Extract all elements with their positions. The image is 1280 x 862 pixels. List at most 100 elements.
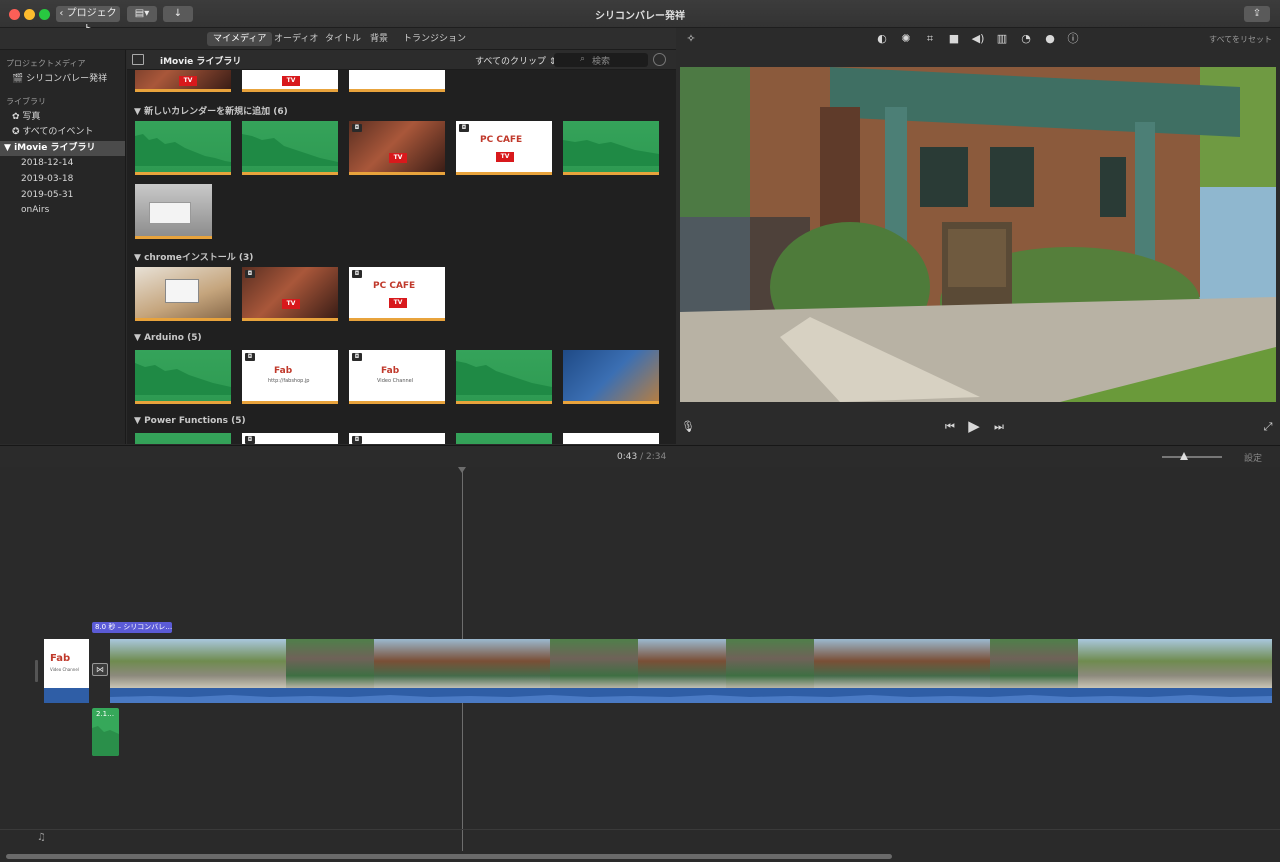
volume-icon[interactable]: ◀) bbox=[971, 32, 985, 46]
sidebar-item-event[interactable]: 2018-12-14 bbox=[0, 156, 125, 171]
clip-thumbnail[interactable]: ◘ PC CAFE TV bbox=[349, 267, 445, 321]
video-clip-frame[interactable] bbox=[462, 639, 550, 688]
fullscreen-icon[interactable]: ⤢ bbox=[1261, 420, 1275, 434]
logo-clip[interactable]: Fab Video Channel bbox=[44, 639, 89, 688]
event-section-header[interactable]: ▼ Arduino (5) bbox=[134, 333, 202, 343]
audio-clip-thumbnail[interactable] bbox=[135, 433, 231, 444]
video-clip-frame[interactable] bbox=[110, 639, 198, 688]
minimize-window-button[interactable] bbox=[24, 9, 35, 20]
clip-thumbnail[interactable]: ◘ TV bbox=[242, 267, 338, 321]
magic-wand-icon[interactable]: ✧ bbox=[684, 32, 698, 46]
color-balance-icon[interactable]: ◐ bbox=[875, 32, 889, 46]
audio-clip-thumbnail[interactable] bbox=[135, 121, 231, 175]
import-button[interactable]: ↓ bbox=[163, 6, 193, 22]
clip-thumbnail[interactable]: ◘ bbox=[349, 433, 445, 444]
fab-url: http://fabshop.jp bbox=[268, 378, 310, 384]
clip-thumbnail[interactable]: ◘ Fab Video Channel bbox=[349, 350, 445, 404]
settings-button[interactable]: 設定 bbox=[1244, 451, 1262, 464]
skip-forward-icon[interactable]: ⏭ bbox=[992, 420, 1006, 434]
zoom-slider-knob[interactable] bbox=[1180, 452, 1188, 460]
microphone-icon[interactable]: 🎙 bbox=[681, 420, 695, 434]
media-import-button[interactable]: ▤▾ bbox=[127, 6, 157, 22]
info-icon[interactable]: ⓘ bbox=[1066, 32, 1080, 46]
clip-thumbnail[interactable]: ◘ PC CAFE TV bbox=[456, 121, 552, 175]
zoom-window-button[interactable] bbox=[39, 9, 50, 20]
audio-clip-thumbnail[interactable] bbox=[456, 350, 552, 404]
audio-clip-thumbnail[interactable] bbox=[563, 121, 659, 175]
sidebar-toggle-icon[interactable] bbox=[132, 54, 144, 65]
sidebar-item-project[interactable]: 🎬 シリコンバレー発祥 bbox=[0, 72, 125, 87]
audio-clip-thumbnail[interactable] bbox=[135, 350, 231, 404]
sidebar-item-photos[interactable]: ✿ 写真 bbox=[0, 110, 125, 125]
video-clip-frame[interactable] bbox=[990, 639, 1078, 688]
camera-icon: ◘ bbox=[245, 436, 255, 444]
clip-thumbnail[interactable] bbox=[135, 267, 231, 321]
library-heading: ライブラリ bbox=[6, 97, 46, 106]
audio-clip-thumbnail[interactable] bbox=[456, 433, 552, 444]
clip-thumbnail[interactable] bbox=[349, 70, 445, 92]
sidebar-item-imovie-library[interactable]: ▼ iMovie ライブラリ bbox=[0, 141, 125, 156]
clip-thumbnail[interactable]: ◘ Fab http://fabshop.jp bbox=[242, 350, 338, 404]
tab-my-media[interactable]: マイメディア bbox=[207, 32, 273, 46]
filter-icon[interactable]: ● bbox=[1043, 32, 1057, 46]
event-section-header[interactable]: ▼ Power Functions (5) bbox=[134, 416, 246, 426]
tab-transitions[interactable]: トランジション bbox=[397, 32, 472, 46]
camera-icon: ◘ bbox=[459, 124, 469, 132]
video-clip-frame[interactable] bbox=[286, 639, 374, 688]
clip-thumbnail[interactable] bbox=[563, 433, 659, 444]
video-viewer[interactable] bbox=[680, 67, 1276, 402]
skip-back-icon[interactable]: ⏮ bbox=[943, 420, 957, 434]
sidebar-item-event[interactable]: 2019-05-31 bbox=[0, 188, 125, 203]
stabilization-camera-icon[interactable]: ■ bbox=[947, 32, 961, 46]
play-icon[interactable]: ▶ bbox=[967, 419, 981, 434]
video-clip-frame[interactable] bbox=[726, 639, 814, 688]
video-clip-frame[interactable] bbox=[814, 639, 902, 688]
clip-thumbnail[interactable]: ◘ bbox=[242, 433, 338, 444]
playhead-handle[interactable] bbox=[458, 467, 466, 473]
clip-thumbnail[interactable]: ◘ TV bbox=[349, 121, 445, 175]
tab-titles[interactable]: タイトル bbox=[319, 32, 367, 46]
gear-icon[interactable] bbox=[653, 53, 666, 66]
audio-clip-thumbnail[interactable] bbox=[242, 121, 338, 175]
sidebar-item-event[interactable]: onAirs bbox=[0, 203, 125, 218]
clip-filter-select[interactable]: すべてのクリップ ⇕ bbox=[475, 54, 556, 67]
search-input[interactable]: ⌕ 検索 bbox=[554, 53, 648, 67]
reset-all-button[interactable]: すべてをリセット bbox=[1209, 34, 1272, 45]
horizontal-scrollbar[interactable] bbox=[6, 854, 892, 859]
close-window-button[interactable] bbox=[9, 9, 20, 20]
tab-backgrounds[interactable]: 背景 bbox=[364, 32, 394, 46]
video-clip-audio[interactable] bbox=[110, 688, 1272, 703]
crop-icon[interactable]: ⌗ bbox=[923, 32, 937, 46]
equalizer-icon[interactable]: ▥ bbox=[995, 32, 1009, 46]
clip-thumbnail[interactable] bbox=[135, 184, 212, 239]
event-section-header[interactable]: ▼ 新しいカレンダーを新規に追加 (6) bbox=[134, 104, 288, 117]
clip-thumbnail[interactable] bbox=[563, 350, 659, 404]
video-clip-frame[interactable] bbox=[374, 639, 462, 688]
projects-back-button[interactable]: ‹ プロジェクト bbox=[56, 6, 120, 35]
house-frame-image bbox=[680, 67, 1276, 402]
video-clip-frame[interactable] bbox=[550, 639, 638, 688]
video-clip-frame[interactable] bbox=[1166, 639, 1272, 688]
title-clip[interactable]: 8.0 秒 – シリコンバレ… bbox=[92, 622, 172, 633]
browser-header: iMovie ライブラリ すべてのクリップ ⇕ ⌕ 検索 bbox=[127, 50, 676, 70]
clip-thumbnail[interactable]: TV bbox=[135, 70, 231, 92]
share-button[interactable]: ⇪ bbox=[1244, 6, 1270, 22]
audio-clip[interactable]: 2.1… bbox=[92, 708, 119, 756]
sidebar-item-event[interactable]: 2019-03-18 bbox=[0, 172, 125, 187]
event-section-header[interactable]: ▼ chromeインストール (3) bbox=[134, 250, 253, 263]
speed-icon[interactable]: ◔ bbox=[1019, 32, 1033, 46]
video-clip-frame[interactable] bbox=[638, 639, 726, 688]
timeline[interactable]: 8.0 秒 – シリコンバレ… Fab Video Channel ⋈ 2.1…… bbox=[0, 467, 1280, 862]
tab-audio[interactable]: オーディオ bbox=[268, 32, 324, 46]
video-clip-frame[interactable] bbox=[1078, 639, 1166, 688]
transition-icon[interactable]: ⋈ bbox=[92, 663, 108, 676]
disclosure-triangle-icon: ▼ bbox=[134, 107, 145, 117]
clip-trim-handle[interactable] bbox=[35, 660, 38, 682]
video-clip-frame[interactable] bbox=[198, 639, 286, 688]
sidebar-item-all-events[interactable]: ✪ すべてのイベント bbox=[0, 125, 125, 140]
clip-thumbnail[interactable]: TV bbox=[242, 70, 338, 92]
color-palette-icon[interactable]: ✺ bbox=[899, 32, 913, 46]
video-clip-frame[interactable] bbox=[902, 639, 990, 688]
zoom-slider[interactable] bbox=[1162, 452, 1222, 460]
dialog-preview bbox=[149, 202, 191, 224]
